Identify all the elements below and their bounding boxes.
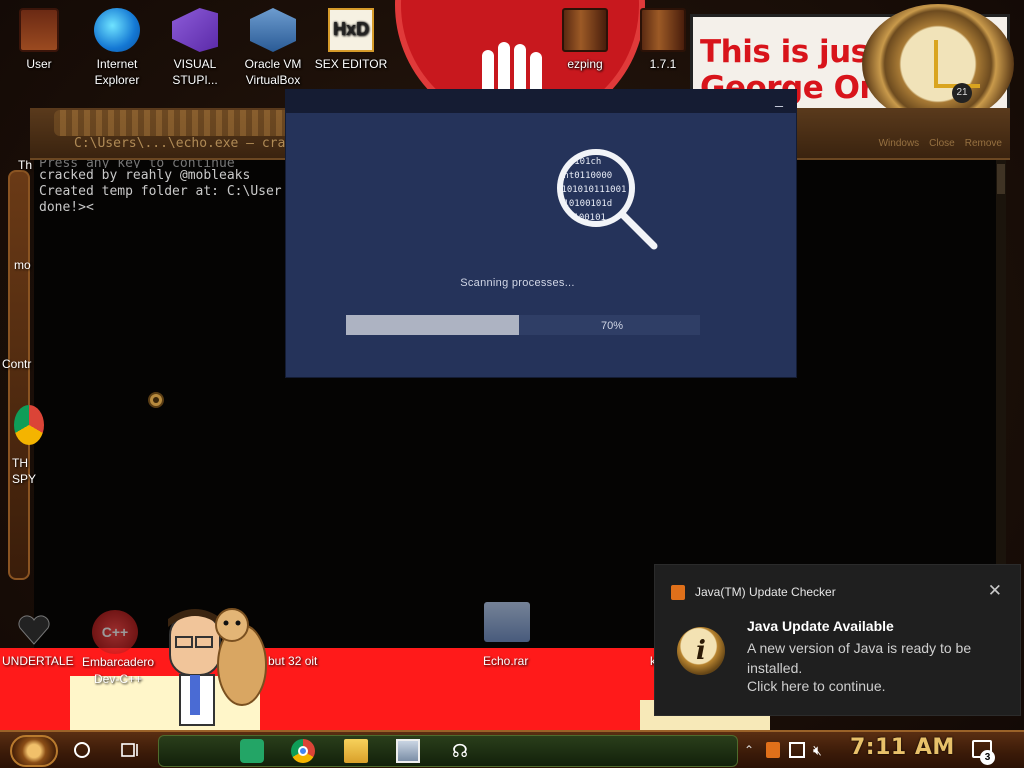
desktop-icon-sex-editor[interactable]: HxD SEX EDITOR (312, 8, 390, 72)
folder-icon (640, 8, 686, 52)
desktop-icon-label[interactable]: Contr (2, 357, 31, 371)
java-tray-icon[interactable] (766, 742, 780, 758)
console-window-controls: Windows Close Remove (879, 138, 1002, 149)
console-tab[interactable]: Remove (965, 138, 1002, 149)
volume-muted-icon[interactable]: 🔇︎ (813, 742, 822, 759)
console-tab[interactable]: Windows (879, 138, 920, 149)
clock-hour-hand (934, 40, 938, 86)
gear-decoration-icon (54, 110, 294, 136)
desktop-icon-label[interactable]: Echo.rar (483, 654, 528, 668)
chrome-icon[interactable] (14, 405, 44, 445)
desktop-icon-user[interactable]: User (0, 8, 78, 72)
console-scroll-thumb[interactable] (997, 164, 1005, 194)
gear-cursor-icon (148, 392, 164, 408)
desktop-icon-virtualbox[interactable]: Oracle VM VirtualBox (234, 8, 312, 88)
hxd-icon: HxD (328, 8, 374, 52)
folder-icon (562, 8, 608, 52)
dev-cpp-icon[interactable]: C++ (92, 610, 138, 654)
taskbar-clock[interactable]: 7:11 AM (850, 735, 955, 760)
scanner-dialog[interactable]: _ 010101ch int0110000 1101010111001 0101… (286, 90, 796, 377)
scanner-progress-fill (346, 315, 520, 335)
desktop-icon-label[interactable]: Embarcadero Dev-C++ (82, 654, 154, 688)
tray-overflow-chevron-icon[interactable]: ⌃ (744, 743, 754, 757)
magnifier-icon: 010101ch int0110000 1101010111001 010100… (556, 149, 658, 250)
binary-text: 1101010111001 (556, 185, 626, 195)
notification-body: A new version of Java is ready to be ins… (747, 640, 972, 676)
visual-studio-icon (172, 8, 218, 52)
scanner-status-text: Scanning processes... (460, 277, 575, 289)
info-icon: i (677, 627, 725, 675)
google-sheets-icon[interactable] (240, 739, 264, 763)
desktop-icon-label: User (26, 57, 52, 71)
desktop-icon-label: VISUAL STUPI... (172, 57, 218, 87)
start-button[interactable] (10, 735, 58, 767)
chrome-icon[interactable] (291, 739, 315, 763)
desktop-icon-label[interactable]: UNDERTALE (2, 654, 74, 668)
notification-count-badge: 3 (980, 750, 995, 765)
desktop-icon-internet-explorer[interactable]: Internet Explorer (78, 8, 156, 88)
undertale-icon[interactable] (14, 610, 54, 650)
notification-continue-link[interactable]: Click here to continue. (747, 678, 886, 694)
notification-heading: Java Update Available (747, 618, 894, 634)
desktop-icon-label: 1.7.1 (649, 57, 677, 71)
desktop-icon-visual-studio[interactable]: VISUAL STUPI... (156, 8, 234, 88)
echo-icon[interactable]: ☊ (448, 739, 472, 763)
taskbar: ☊ ⌃ 🔇︎ 7:11 AM 3 (0, 730, 1024, 768)
scanner-titlebar[interactable]: _ (286, 90, 796, 113)
desktop-icon-label[interactable]: TH SPY (12, 455, 42, 487)
virtualbox-icon (250, 8, 296, 52)
desktop-icon-1-7-1[interactable]: 1.7.1 (624, 8, 702, 72)
screen-capture-icon[interactable] (396, 739, 420, 763)
steampunk-side-rail (8, 170, 30, 580)
desktop-icon-label: ezping (567, 57, 603, 71)
desktop-icon-label: SEX EDITOR (314, 57, 388, 71)
search-icon[interactable] (74, 742, 90, 758)
notification-app-name: Java(TM) Update Checker (695, 585, 836, 599)
clock-date-badge: 21 (952, 83, 972, 103)
cartoon-characters-icon (168, 608, 267, 726)
desktop-icon-label[interactable]: but 32 oit (268, 654, 317, 668)
desktop-icon-label: Oracle VM VirtualBox (244, 57, 302, 87)
network-icon[interactable] (789, 742, 805, 758)
rar-archive-icon[interactable] (484, 602, 530, 642)
desktop-icon-label[interactable]: Th (18, 158, 32, 172)
folder-icon (19, 8, 59, 52)
notification-close-button[interactable]: ✕ (988, 581, 1002, 601)
scanner-progress-bar (346, 315, 700, 335)
desktop-icon-label[interactable]: mo (14, 258, 31, 272)
java-update-notification[interactable]: Java(TM) Update Checker ✕ i Java Update … (654, 564, 1021, 716)
desktop-icon-ezping[interactable]: ezping (546, 8, 624, 72)
console-tab[interactable]: Close (929, 138, 955, 149)
desktop-icon-label: Internet Explorer (94, 57, 140, 87)
scanner-progress-percent: 70% (601, 320, 624, 332)
file-explorer-icon[interactable] (344, 739, 368, 763)
wallpaper-steampunk-clock (862, 4, 1014, 124)
edge-icon (94, 8, 140, 52)
minimize-button[interactable]: _ (770, 92, 788, 110)
task-view-icon[interactable] (120, 740, 140, 760)
java-icon (671, 585, 685, 600)
